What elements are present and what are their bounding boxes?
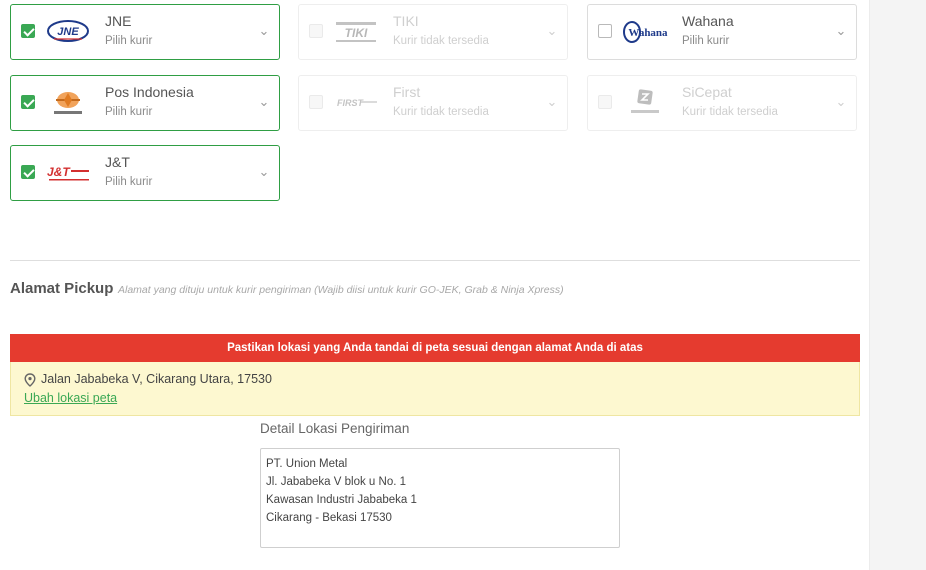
pickup-address: Jalan Jababeka V, Cikarang Utara, 17530 bbox=[41, 372, 272, 386]
courier-card-first: FIRST First Kurir tidak tersedia ⌄ bbox=[298, 75, 568, 131]
courier-name: Pos Indonesia bbox=[105, 84, 194, 100]
chevron-down-icon: ⌄ bbox=[546, 24, 558, 39]
courier-card-wahana[interactable]: Wahana Wahana Pilih kurir ⌄ bbox=[587, 4, 857, 60]
pickup-address-box: Jalan Jababeka V, Cikarang Utara, 17530 … bbox=[10, 362, 860, 416]
courier-name: TIKI bbox=[393, 13, 419, 29]
courier-status: Kurir tidak tersedia bbox=[393, 35, 489, 47]
map-warning-banner: Pastikan lokasi yang Anda tandai di peta… bbox=[10, 334, 860, 362]
courier-name: J&T bbox=[105, 154, 130, 170]
courier-card-pos-indonesia[interactable]: Pos Indonesia Pilih kurir ⌄ bbox=[10, 75, 280, 131]
detail-line: Cikarang - Bekasi 17530 bbox=[266, 512, 392, 524]
chevron-down-icon[interactable]: ⌄ bbox=[257, 25, 271, 39]
detail-line: PT. Union Metal bbox=[266, 458, 348, 470]
svg-text:Wahana: Wahana bbox=[628, 27, 668, 39]
svg-text:J&T: J&T bbox=[47, 165, 71, 179]
chevron-down-icon[interactable]: ⌄ bbox=[257, 166, 271, 180]
detail-location-label: Detail Lokasi Pengiriman bbox=[260, 421, 410, 436]
courier-status: Kurir tidak tersedia bbox=[682, 106, 778, 118]
chevron-down-icon: ⌄ bbox=[835, 95, 847, 110]
detail-location-textarea[interactable]: PT. Union Metal Jl. Jababeka V blok u No… bbox=[260, 448, 620, 548]
svg-text:FIRST: FIRST bbox=[337, 98, 365, 108]
detail-line: Kawasan Industri Jababeka 1 bbox=[266, 494, 417, 506]
chevron-down-icon[interactable]: ⌄ bbox=[834, 25, 848, 39]
courier-name: JNE bbox=[105, 13, 132, 29]
courier-status: Kurir tidak tersedia bbox=[393, 106, 489, 118]
courier-card-tiki: TIKI TIKI Kurir tidak tersedia ⌄ bbox=[298, 4, 568, 60]
courier-card-sicepat: SiCepat Kurir tidak tersedia ⌄ bbox=[587, 75, 857, 131]
tiki-checkbox bbox=[309, 24, 323, 38]
courier-status: Pilih kurir bbox=[105, 35, 153, 47]
pos-indonesia-checkbox[interactable] bbox=[21, 95, 35, 109]
sicepat-checkbox bbox=[598, 95, 612, 109]
jne-logo: JNE bbox=[45, 17, 91, 47]
jnt-checkbox[interactable] bbox=[21, 165, 35, 179]
courier-name: First bbox=[393, 84, 421, 100]
chevron-down-icon: ⌄ bbox=[546, 95, 558, 110]
section-divider bbox=[10, 260, 860, 261]
jnt-logo: J&T bbox=[45, 158, 91, 188]
jne-checkbox[interactable] bbox=[21, 24, 35, 38]
courier-status: Pilih kurir bbox=[105, 106, 153, 118]
right-gutter bbox=[869, 0, 926, 570]
courier-card-jne[interactable]: JNE JNE Pilih kurir ⌄ bbox=[10, 4, 280, 60]
courier-name: Wahana bbox=[682, 13, 734, 29]
courier-status: Pilih kurir bbox=[682, 35, 730, 47]
pickup-section-title: Alamat Pickup bbox=[10, 280, 114, 297]
sicepat-logo bbox=[622, 88, 668, 118]
pos-indonesia-logo bbox=[45, 88, 91, 118]
courier-card-jnt[interactable]: J&T J&T Pilih kurir ⌄ bbox=[10, 145, 280, 201]
chevron-down-icon[interactable]: ⌄ bbox=[257, 96, 271, 110]
svg-text:TIKI: TIKI bbox=[345, 26, 368, 40]
wahana-checkbox[interactable] bbox=[598, 24, 612, 38]
detail-line: Jl. Jababeka V blok u No. 1 bbox=[266, 476, 406, 488]
wahana-logo: Wahana bbox=[622, 17, 668, 47]
courier-name: SiCepat bbox=[682, 84, 732, 100]
first-logo: FIRST bbox=[333, 88, 379, 118]
tiki-logo: TIKI bbox=[333, 17, 379, 47]
change-map-location-link[interactable]: Ubah lokasi peta bbox=[24, 391, 117, 405]
courier-status: Pilih kurir bbox=[105, 176, 153, 188]
svg-text:JNE: JNE bbox=[57, 26, 79, 38]
first-checkbox bbox=[309, 95, 323, 109]
pickup-section-subtitle: Alamat yang dituju untuk kurir pengirima… bbox=[118, 284, 564, 296]
map-pin-icon bbox=[24, 372, 36, 387]
